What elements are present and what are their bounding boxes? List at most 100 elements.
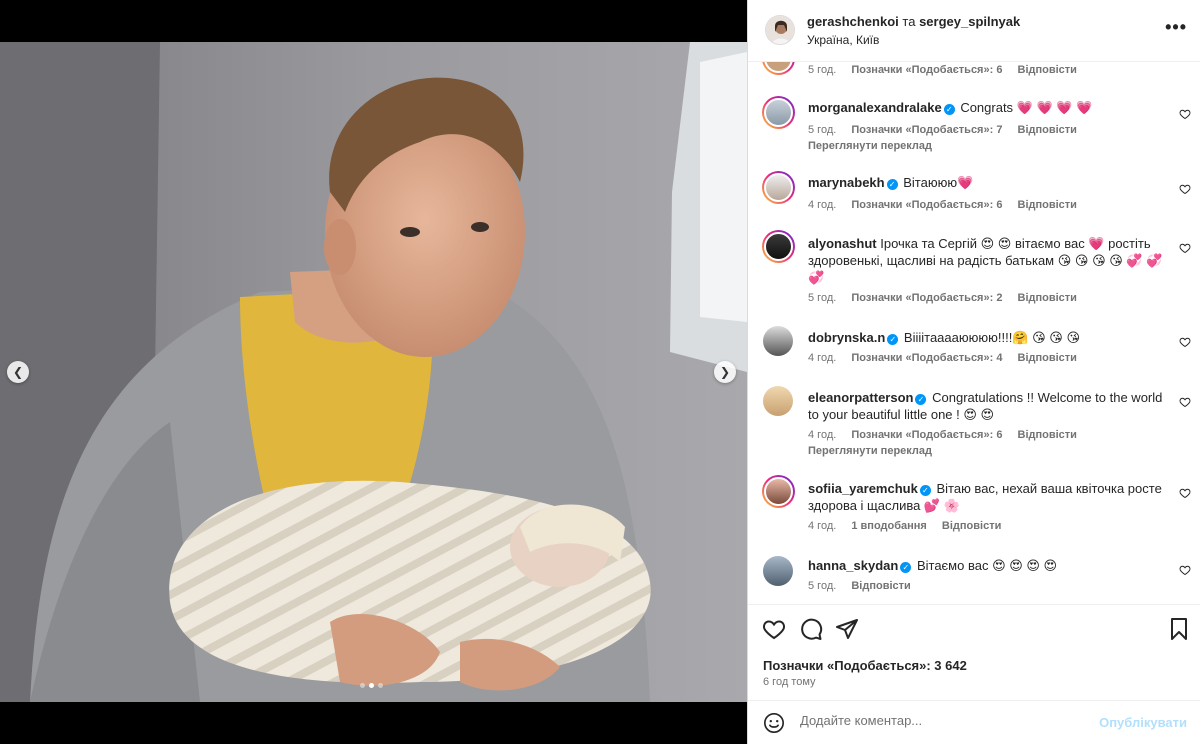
comment-username[interactable]: eleanorpatterson [808, 390, 913, 405]
comments-list[interactable]: 5 год. Позначки «Подобається»: 6 Відпові… [748, 62, 1200, 604]
carousel-indicator [360, 683, 383, 688]
comment-reply-button[interactable]: Відповісти [1018, 352, 1077, 364]
post-side-panel: gerashchenkoi та sergey_spilnyak Україна… [747, 0, 1200, 744]
commenter-avatar[interactable] [763, 556, 793, 586]
post-photo[interactable] [0, 42, 747, 702]
comment-body: Віііітааааюююю!!!!🤗 😘 😘 😘 [903, 330, 1080, 345]
commenter-avatar[interactable] [763, 326, 793, 356]
commenter-avatar[interactable] [762, 171, 795, 204]
comment-time: 5 год. [808, 64, 837, 76]
post-header: gerashchenkoi та sergey_spilnyak Україна… [748, 0, 1200, 62]
comment-text: eleanorpatterson ✓ Congratulations !! Wel… [808, 389, 1163, 423]
comment-icon[interactable] [799, 617, 823, 641]
comment-like-heart-icon[interactable] [1179, 336, 1191, 348]
comment-username[interactable]: marynabekh [808, 175, 885, 190]
comment-meta: 5 год. Позначки «Подобається»: 7 Відпові… [808, 124, 1089, 136]
comment-username[interactable]: sofiia_yaremchuk [808, 481, 918, 496]
commenter-avatar[interactable] [763, 386, 793, 416]
comment-text: marynabekh ✓ Вітаююю💗 [808, 174, 1163, 191]
comment-username[interactable]: morganalexandralake [808, 100, 942, 115]
author-username[interactable]: gerashchenkoi [807, 14, 899, 29]
comment-time: 4 год. [808, 199, 837, 211]
comment-likes[interactable]: Позначки «Подобається»: 6 [851, 64, 1002, 76]
comment-like-heart-icon[interactable] [1179, 396, 1191, 408]
post-media: ❮ ❯ [0, 0, 747, 744]
comment-reply-button[interactable]: Відповісти [1018, 429, 1077, 441]
more-dots-icon[interactable]: ••• [1165, 17, 1187, 38]
bookmark-icon[interactable] [1167, 617, 1191, 641]
comment-text: sofiia_yaremchuk ✓ Вітаю вас, нехай ваша … [808, 480, 1163, 514]
author-avatar[interactable] [765, 15, 795, 45]
post-authors: gerashchenkoi та sergey_spilnyak [807, 14, 1020, 29]
comment-meta: 5 год. Позначки «Подобається»: 2 Відпові… [808, 292, 1089, 304]
comment-likes[interactable]: Позначки «Подобається»: 6 [851, 199, 1002, 211]
comment-meta: 4 год. Позначки «Подобається»: 6 Відпові… [808, 199, 1089, 211]
comment-time: 5 год. [808, 124, 837, 136]
comment-body: Вітаємо вас 😍 😍 😍 😍 [916, 558, 1058, 573]
comment-text: morganalexandralake ✓ Congrats 💗 💗 💗 💗 [808, 99, 1163, 116]
photo-illustration [0, 42, 747, 702]
comment-like-heart-icon[interactable] [1179, 242, 1191, 254]
comment-reply-button[interactable]: Відповісти [1018, 64, 1077, 76]
comment-time: 4 год. [808, 352, 837, 364]
comment-meta: 4 год. Позначки «Подобається»: 6 Відпові… [808, 429, 1089, 441]
comment-reply-button[interactable]: Відповісти [942, 520, 1001, 532]
carousel-dot-active [369, 683, 374, 688]
post-likes-count[interactable]: Позначки «Подобається»: 3 642 [763, 658, 967, 673]
chevron-right-icon: ❯ [719, 365, 731, 379]
see-translation-link[interactable]: Переглянути переклад [808, 140, 932, 152]
carousel-dot [378, 683, 383, 688]
carousel-prev-button[interactable]: ❮ [7, 361, 29, 383]
comment-text: alyonashut Ірочка та Сергій 😍 😍 вітаємо … [808, 235, 1163, 286]
verified-badge-icon: ✓ [919, 485, 931, 496]
add-comment-bar: Опублікувати [748, 700, 1200, 744]
comment-meta: 5 год. Відповісти [808, 580, 923, 592]
comment-likes[interactable]: Позначки «Подобається»: 6 [851, 429, 1002, 441]
comment-likes[interactable]: 1 вподобання [851, 520, 926, 532]
comment-like-heart-icon[interactable] [1179, 108, 1191, 120]
verified-badge-icon: ✓ [900, 562, 912, 573]
comment-reply-button[interactable]: Відповісти [851, 580, 910, 592]
comment-like-heart-icon[interactable] [1179, 183, 1191, 195]
post-location[interactable]: Україна, Київ [807, 33, 879, 47]
emoji-icon[interactable] [763, 712, 785, 734]
verified-badge-icon: ✓ [915, 394, 927, 405]
comment-username[interactable]: hanna_skydan [808, 558, 898, 573]
post-time-ago[interactable]: 6 год тому [763, 676, 816, 688]
comment-body: Вітаююю💗 [903, 175, 974, 190]
comment-like-heart-icon[interactable] [1179, 564, 1191, 576]
comment-meta: 5 год. Позначки «Подобається»: 6 Відпові… [808, 64, 1089, 76]
verified-badge-icon: ✓ [943, 104, 955, 115]
comment-input[interactable] [800, 713, 1100, 728]
commenter-avatar[interactable] [762, 62, 795, 75]
chevron-left-icon: ❮ [12, 365, 24, 379]
comment-body: Congrats 💗 💗 💗 💗 [960, 100, 1093, 115]
post-actions: Позначки «Подобається»: 3 642 6 год тому [748, 604, 1200, 700]
comment-reply-button[interactable]: Відповісти [1018, 199, 1077, 211]
comment-meta: 4 год. Позначки «Подобається»: 4 Відпові… [808, 352, 1089, 364]
share-icon[interactable] [835, 617, 859, 641]
carousel-dot [360, 683, 365, 688]
commenter-avatar[interactable] [762, 475, 795, 508]
coauthor-username[interactable]: sergey_spilnyak [919, 14, 1020, 29]
heart-icon[interactable] [762, 617, 786, 641]
commenter-avatar[interactable] [762, 96, 795, 129]
comment-likes[interactable]: Позначки «Подобається»: 7 [851, 124, 1002, 136]
verified-badge-icon: ✓ [887, 334, 899, 345]
comment-username[interactable]: alyonashut [808, 236, 877, 251]
comment-username[interactable]: dobrynska.n [808, 330, 885, 345]
comment-likes[interactable]: Позначки «Подобається»: 4 [851, 352, 1002, 364]
comment-like-heart-icon[interactable] [1179, 487, 1191, 499]
carousel-next-button[interactable]: ❯ [714, 361, 736, 383]
see-translation-link[interactable]: Переглянути переклад [808, 445, 932, 457]
comment-time: 4 год. [808, 429, 837, 441]
comment-reply-button[interactable]: Відповісти [1018, 292, 1077, 304]
comment-reply-button[interactable]: Відповісти [1018, 124, 1077, 136]
publish-comment-button[interactable]: Опублікувати [1099, 715, 1187, 730]
verified-badge-icon: ✓ [886, 179, 898, 190]
commenter-avatar[interactable] [762, 230, 795, 263]
comment-time: 4 год. [808, 520, 837, 532]
comment-time: 5 год. [808, 292, 837, 304]
comment-likes[interactable]: Позначки «Подобається»: 2 [851, 292, 1002, 304]
comment-text: hanna_skydan ✓ Вітаємо вас 😍 😍 😍 😍 [808, 557, 1163, 574]
